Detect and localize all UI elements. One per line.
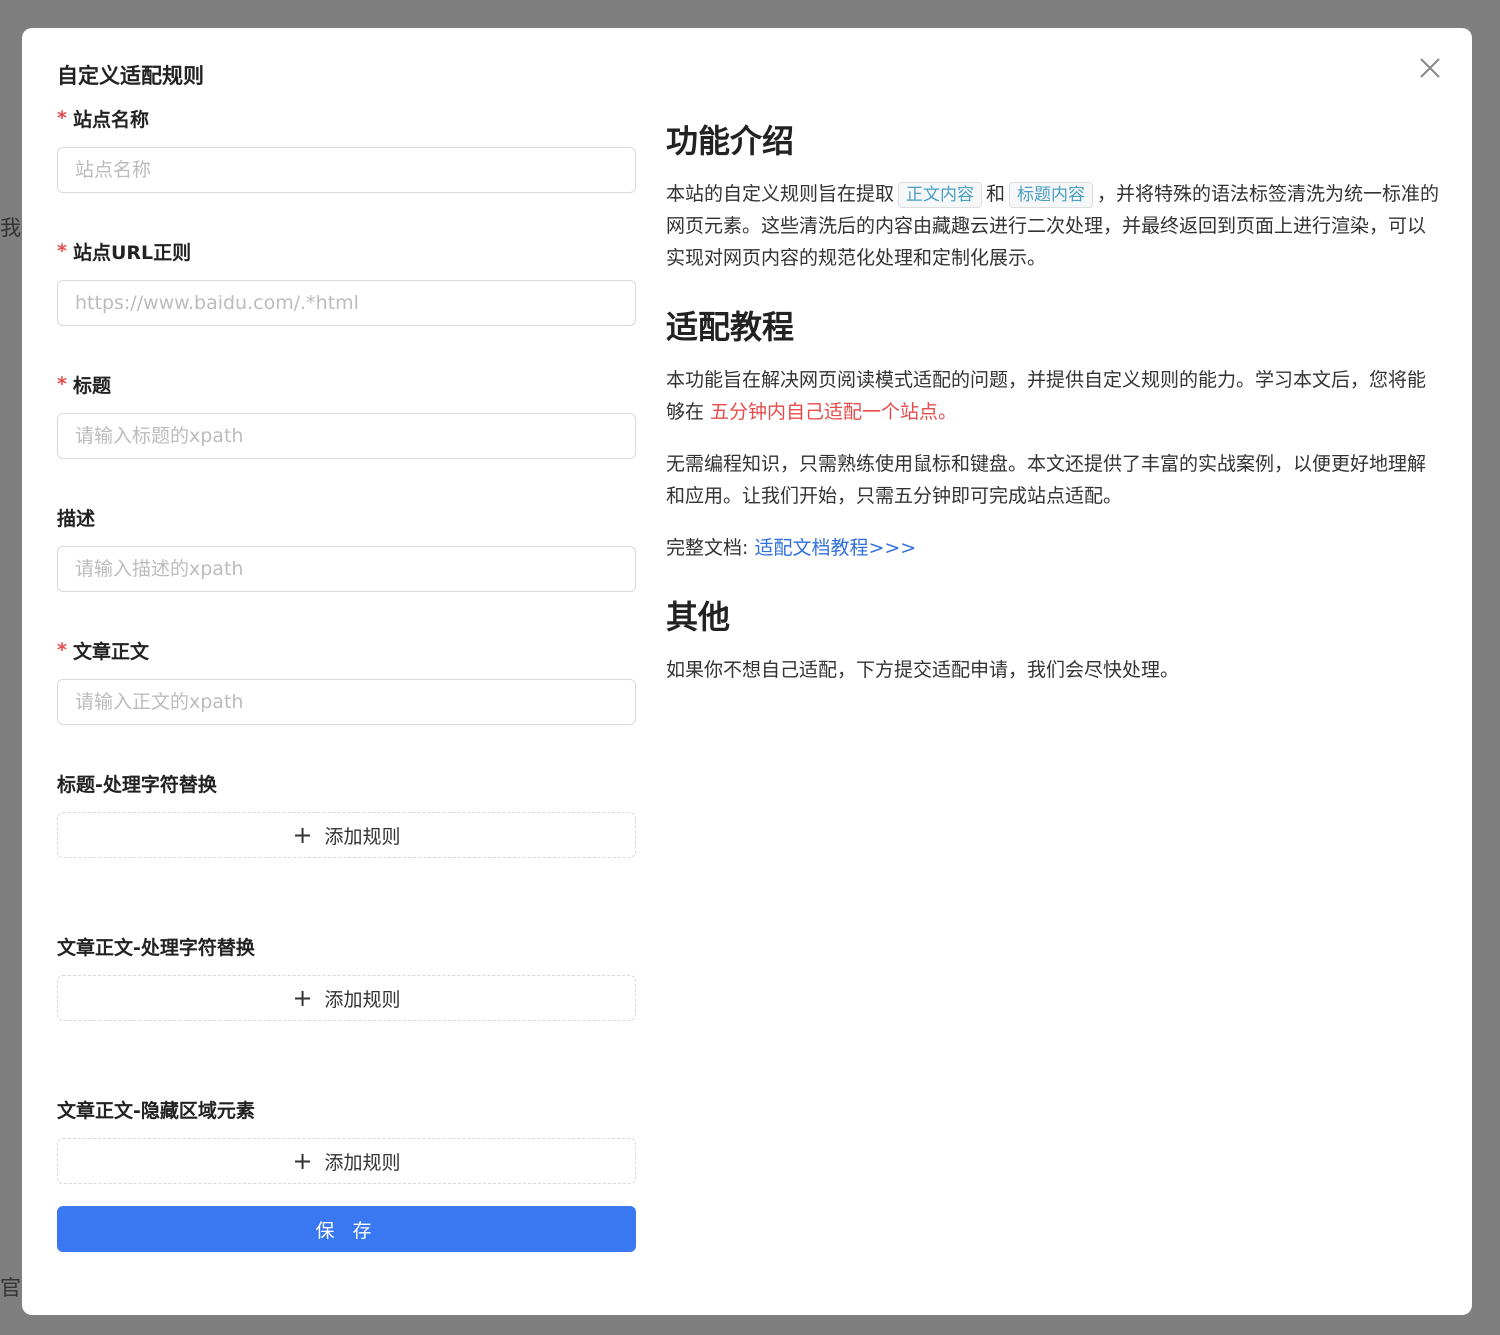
add-rule-button[interactable]: + 添加规则 <box>57 1138 636 1184</box>
close-icon[interactable] <box>1418 56 1442 80</box>
plus-icon: + <box>292 823 312 847</box>
modal-title: 自定义适配规则 <box>57 60 204 90</box>
field-label: 标题 <box>73 371 111 398</box>
title-xpath-input[interactable] <box>57 413 636 459</box>
save-button[interactable]: 保 存 <box>57 1206 636 1252</box>
section-heading: 其他 <box>666 594 1441 640</box>
docs-line: 完整文档: 适配文档教程>>> <box>666 532 1441 564</box>
tag-title: 标题内容 <box>1009 182 1093 208</box>
content-xpath-input[interactable] <box>57 679 636 725</box>
add-rule-button[interactable]: + 添加规则 <box>57 812 636 858</box>
field-label: 文章正文-隐藏区域元素 <box>57 1089 636 1129</box>
add-rule-button[interactable]: + 添加规则 <box>57 975 636 1021</box>
tag-content: 正文内容 <box>898 182 982 208</box>
text: 和 <box>986 183 1005 205</box>
content-replace-rules: 文章正文-处理字符替换 + 添加规则 <box>57 926 636 1021</box>
required-mark: * <box>57 107 67 129</box>
text: 本站的自定义规则旨在提取 <box>666 183 894 205</box>
title-replace-rules: 标题-处理字符替换 + 添加规则 <box>57 763 636 858</box>
other-paragraph: 如果你不想自己适配，下方提交适配申请，我们会尽快处理。 <box>666 654 1441 686</box>
description-xpath-input[interactable] <box>57 546 636 592</box>
field-label: 文章正文-处理字符替换 <box>57 926 636 966</box>
field-label: 站点名称 <box>73 105 149 132</box>
info-panel: 功能介绍 本站的自定义规则旨在提取正文内容和标题内容，并将特殊的语法标签清洗为统… <box>666 118 1441 706</box>
background-text: 我 <box>0 212 21 242</box>
required-mark: * <box>57 240 67 262</box>
button-label: 添加规则 <box>325 1148 401 1175</box>
title-field: * 标题 <box>57 364 636 459</box>
plus-icon: + <box>292 986 312 1010</box>
required-mark: * <box>57 373 67 395</box>
highlight-text: 五分钟内自己适配一个站点。 <box>710 401 957 423</box>
section-heading: 适配教程 <box>666 304 1441 350</box>
tutorial-paragraph: 本功能旨在解决网页阅读模式适配的问题，并提供自定义规则的能力。学习本文后，您将能… <box>666 364 1441 428</box>
button-label: 添加规则 <box>325 822 401 849</box>
intro-paragraph: 本站的自定义规则旨在提取正文内容和标题内容，并将特殊的语法标签清洗为统一标准的网… <box>666 178 1441 274</box>
site-url-field: * 站点URL正则 <box>57 231 636 326</box>
plus-icon: + <box>292 1149 312 1173</box>
rule-form: * 站点名称 * 站点URL正则 * 标题 描述 * 文章正文 标题-处理字符替换 + 添… <box>57 98 636 1184</box>
site-url-input[interactable] <box>57 280 636 326</box>
field-label: 描述 <box>57 504 95 531</box>
custom-rule-modal: 自定义适配规则 * 站点名称 * 站点URL正则 * 标题 描述 * 文章正文 标题-处… <box>22 28 1472 1315</box>
description-field: 描述 <box>57 497 636 592</box>
field-label: 标题-处理字符替换 <box>57 763 636 803</box>
background-text: 官 <box>0 1272 21 1302</box>
text: 完整文档: <box>666 537 754 559</box>
button-label: 添加规则 <box>325 985 401 1012</box>
content-field: * 文章正文 <box>57 630 636 725</box>
required-mark: * <box>57 639 67 661</box>
docs-link[interactable]: 适配文档教程>>> <box>754 537 916 559</box>
site-name-field: * 站点名称 <box>57 98 636 193</box>
field-label: 站点URL正则 <box>73 238 191 265</box>
tutorial-paragraph: 无需编程知识，只需熟练使用鼠标和键盘。本文还提供了丰富的实战案例，以便更好地理解… <box>666 448 1441 512</box>
field-label: 文章正文 <box>73 637 149 664</box>
section-heading: 功能介绍 <box>666 118 1441 164</box>
content-hide-rules: 文章正文-隐藏区域元素 + 添加规则 <box>57 1089 636 1184</box>
site-name-input[interactable] <box>57 147 636 193</box>
